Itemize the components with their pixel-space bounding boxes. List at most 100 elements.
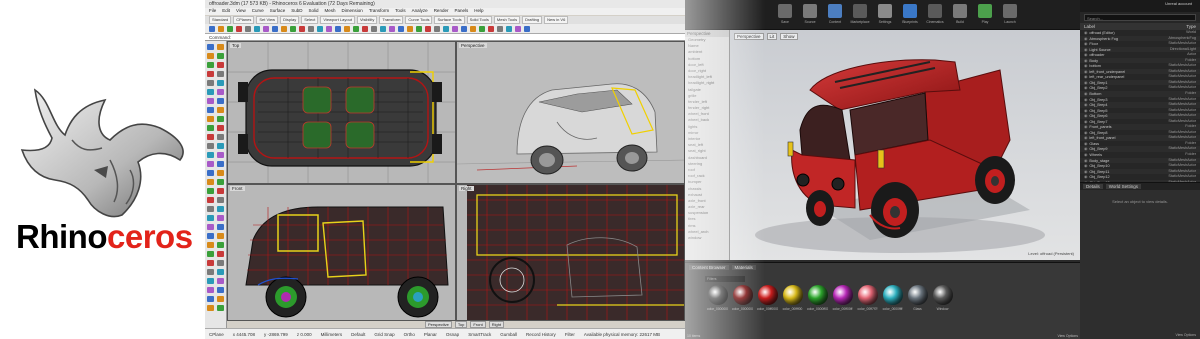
- content-tab-materials[interactable]: Materials: [731, 265, 756, 270]
- content-view-options[interactable]: View Options: [1057, 334, 1078, 338]
- viewport-perspective[interactable]: Perspective: [456, 41, 685, 184]
- visibility-eye-icon[interactable]: ◉: [1084, 37, 1087, 41]
- toolbar-tab-cplanes[interactable]: CPlanes: [233, 16, 255, 24]
- visibility-eye-icon[interactable]: ◉: [1084, 81, 1087, 85]
- toolbar-tool-icon[interactable]: [479, 26, 485, 32]
- toolbar-button-settings[interactable]: Settings: [875, 4, 895, 28]
- side-tool-icon[interactable]: [207, 116, 214, 122]
- visibility-eye-icon[interactable]: ◉: [1084, 170, 1087, 174]
- visibility-eye-icon[interactable]: ◉: [1084, 59, 1087, 63]
- toolbar-tab-new-in-v6[interactable]: New in V6: [544, 16, 569, 24]
- side-tool-icon[interactable]: [207, 98, 214, 104]
- side-tool-icon[interactable]: [207, 170, 214, 176]
- toolbar-tool-icon[interactable]: [497, 26, 503, 32]
- side-tool-icon[interactable]: [207, 296, 214, 302]
- visibility-eye-icon[interactable]: ◉: [1084, 86, 1087, 90]
- toolbar-tool-icon[interactable]: [389, 26, 395, 32]
- side-tool-icon[interactable]: [217, 287, 224, 293]
- material-asset[interactable]: Glass: [907, 285, 928, 311]
- toolbar-tool-icon[interactable]: [371, 26, 377, 32]
- side-tool-icon[interactable]: [217, 152, 224, 158]
- toolbar-tool-icon[interactable]: [416, 26, 422, 32]
- details-tab-world-settings[interactable]: World Settings: [1105, 184, 1141, 189]
- side-tool-icon[interactable]: [207, 188, 214, 194]
- visibility-eye-icon[interactable]: ◉: [1084, 42, 1087, 46]
- side-tool-icon[interactable]: [217, 242, 224, 248]
- toolbar-button-save[interactable]: Save: [775, 4, 795, 28]
- toolbar-tool-icon[interactable]: [227, 26, 233, 32]
- toolbar-tool-icon[interactable]: [515, 26, 521, 32]
- side-tool-icon[interactable]: [217, 260, 224, 266]
- side-tool-icon[interactable]: [217, 116, 224, 122]
- toolbar-tool-icon[interactable]: [299, 26, 305, 32]
- menu-item-solid[interactable]: Solid: [309, 8, 319, 15]
- material-asset[interactable]: color_00ffff00: [782, 285, 803, 311]
- toolbar-tool-icon[interactable]: [344, 26, 350, 32]
- side-tool-icon[interactable]: [217, 233, 224, 239]
- toolbar-tab-display[interactable]: Display: [280, 16, 300, 24]
- visibility-eye-icon[interactable]: ◉: [1084, 175, 1087, 179]
- toolbar-tool-icon[interactable]: [407, 26, 413, 32]
- side-tool-icon[interactable]: [207, 134, 214, 140]
- material-asset[interactable]: color_0000ffff: [882, 285, 903, 311]
- visibility-eye-icon[interactable]: ◉: [1084, 92, 1087, 96]
- side-tool-icon[interactable]: [217, 197, 224, 203]
- toolbar-button-blueprints[interactable]: Blueprints: [900, 4, 920, 28]
- toolbar-button-marketplace[interactable]: Marketplace: [850, 4, 870, 28]
- status-item[interactable]: Ortho: [404, 332, 415, 337]
- outliner-header-label[interactable]: Label: [1084, 24, 1095, 29]
- side-tool-icon[interactable]: [207, 89, 214, 95]
- viewport-perspective-label[interactable]: Perspective: [459, 43, 487, 48]
- side-tool-icon[interactable]: [207, 287, 214, 293]
- visibility-eye-icon[interactable]: ◉: [1084, 147, 1087, 151]
- menu-item-mesh[interactable]: Mesh: [325, 8, 336, 15]
- side-tool-icon[interactable]: [217, 251, 224, 257]
- side-tool-icon[interactable]: [207, 278, 214, 284]
- outliner-search-input[interactable]: Search...: [1084, 14, 1196, 21]
- visibility-eye-icon[interactable]: ◉: [1084, 64, 1087, 68]
- content-filter-button[interactable]: Filters: [705, 276, 745, 282]
- viewport-button-lit[interactable]: Lit: [766, 33, 778, 40]
- visibility-eye-icon[interactable]: ◉: [1084, 103, 1087, 107]
- toolbar-tool-icon[interactable]: [353, 26, 359, 32]
- details-tab-details[interactable]: Details: [1083, 184, 1103, 189]
- toolbar-tool-icon[interactable]: [506, 26, 512, 32]
- rhino-command-line[interactable]: Command:: [205, 34, 685, 41]
- menu-item-file[interactable]: File: [209, 8, 216, 15]
- toolbar-tool-icon[interactable]: [488, 26, 494, 32]
- toolbar-tool-icon[interactable]: [209, 26, 215, 32]
- side-tool-icon[interactable]: [217, 89, 224, 95]
- toolbar-tool-icon[interactable]: [398, 26, 404, 32]
- visibility-eye-icon[interactable]: ◉: [1084, 114, 1087, 118]
- visibility-eye-icon[interactable]: ◉: [1084, 125, 1087, 129]
- toolbar-tool-icon[interactable]: [308, 26, 314, 32]
- toolbar-button-build[interactable]: Build: [950, 4, 970, 28]
- content-tab-content-browser[interactable]: Content Browser: [689, 265, 729, 270]
- viewport-tab-right[interactable]: Right: [488, 321, 505, 328]
- side-tool-icon[interactable]: [217, 305, 224, 311]
- side-tool-icon[interactable]: [217, 179, 224, 185]
- status-item[interactable]: Grid Snap: [374, 332, 394, 337]
- toolbar-button-cinematics[interactable]: Cinematics: [925, 4, 945, 28]
- outliner-header-type[interactable]: Type: [1186, 24, 1196, 29]
- side-tool-icon[interactable]: [207, 260, 214, 266]
- unreal-viewport[interactable]: Perspective Lit Show Level: offroad (Per…: [730, 30, 1080, 260]
- account-badge[interactable]: Unreal account: [1165, 1, 1192, 6]
- side-tool-icon[interactable]: [217, 170, 224, 176]
- menu-item-curve[interactable]: Curve: [252, 8, 264, 15]
- toolbar-tool-icon[interactable]: [281, 26, 287, 32]
- visibility-eye-icon[interactable]: ◉: [1084, 70, 1087, 74]
- visibility-eye-icon[interactable]: ◉: [1084, 31, 1087, 35]
- toolbar-tool-icon[interactable]: [290, 26, 296, 32]
- menu-item-panels[interactable]: Panels: [454, 8, 468, 15]
- side-tool-icon[interactable]: [207, 161, 214, 167]
- toolbar-tab-set-view[interactable]: Set View: [256, 16, 279, 24]
- side-tool-icon[interactable]: [217, 44, 224, 50]
- side-tool-icon[interactable]: [217, 206, 224, 212]
- menu-item-subd[interactable]: SubD: [291, 8, 302, 15]
- toolbar-tool-icon[interactable]: [263, 26, 269, 32]
- side-tool-icon[interactable]: [207, 197, 214, 203]
- toolbar-tool-icon[interactable]: [434, 26, 440, 32]
- toolbar-tool-icon[interactable]: [236, 26, 242, 32]
- side-tool-icon[interactable]: [217, 224, 224, 230]
